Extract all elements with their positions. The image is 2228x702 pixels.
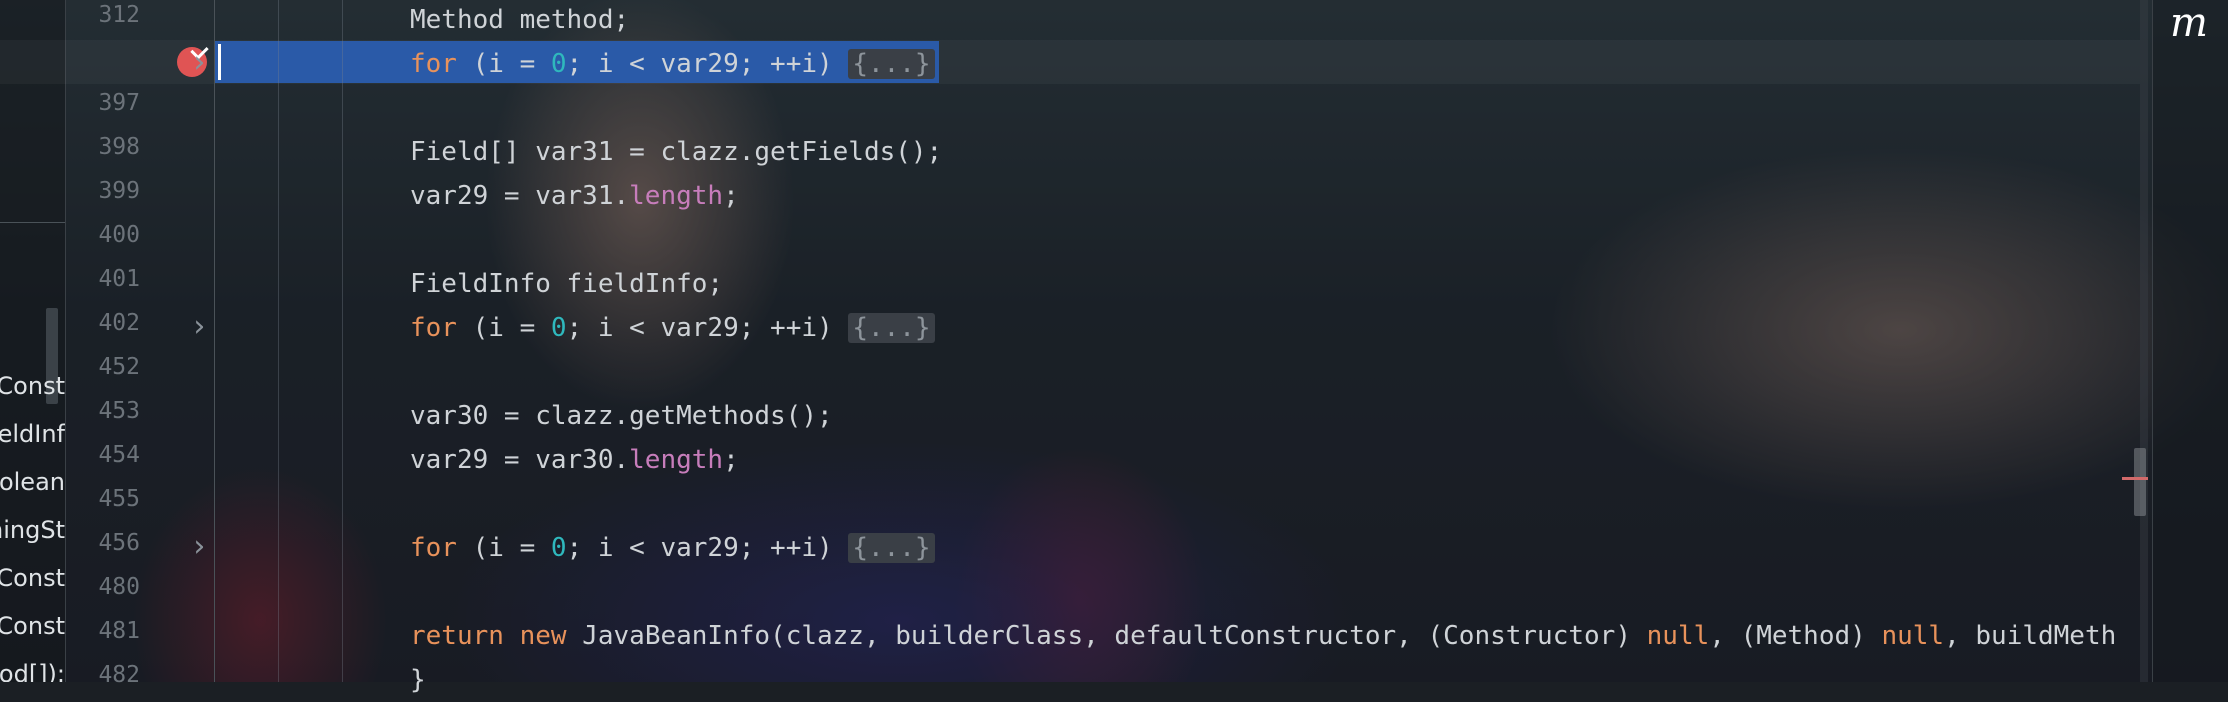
folded-region-placeholder[interactable]: {...} (848, 49, 935, 79)
code-token: ; i < var29; ++i) (566, 313, 849, 343)
code-token: for (410, 533, 457, 563)
line-number[interactable]: 398 (66, 134, 140, 160)
code-token: Method method; (410, 5, 630, 35)
code-token: return new (410, 621, 567, 651)
indent-guide (342, 0, 343, 682)
tree-item-label: Const (0, 564, 65, 592)
tree-item[interactable]: olean (0, 458, 65, 506)
editor-scrollbar-thumb[interactable] (2134, 448, 2146, 516)
code-token: JavaBeanInfo(clazz, builderClass, defaul… (566, 621, 1647, 651)
tree-item[interactable]: Const (0, 602, 65, 650)
code-token: null (1881, 621, 1945, 651)
code-line[interactable]: return new JavaBeanInfo(clazz, builderCl… (410, 614, 2116, 658)
tree-item-label: ningSt (0, 516, 65, 544)
error-stripe-marker[interactable] (2122, 477, 2148, 480)
code-token: 0 (550, 313, 567, 343)
line-number[interactable]: 453 (66, 398, 140, 424)
tree-item[interactable]: Const (0, 554, 65, 602)
project-panel: Const eldInf olean ningSt Const Const no… (0, 0, 66, 682)
code-token: Field[] var31 = clazz.getFields(); (410, 137, 943, 167)
panel-divider (0, 222, 65, 223)
line-number[interactable]: 454 (66, 442, 140, 468)
line-number[interactable]: 400 (66, 222, 140, 248)
code-token: ; (723, 445, 739, 475)
folded-region-placeholder[interactable]: {...} (848, 533, 935, 563)
line-number[interactable]: 456 (66, 530, 140, 556)
tree-item-label: Const (0, 372, 65, 400)
tree-item[interactable]: eldInf (0, 410, 65, 458)
code-token: (i = (456, 49, 551, 79)
line-number[interactable]: 312 (66, 2, 140, 28)
tree-item[interactable]: Const (0, 362, 65, 410)
code-token: (i = (456, 313, 551, 343)
line-number[interactable]: 402 (66, 310, 140, 336)
tree-item[interactable]: ningSt (0, 506, 65, 554)
line-number[interactable]: 481 (66, 618, 140, 644)
code-line[interactable]: Field[] var31 = clazz.getFields(); (410, 130, 942, 174)
gutter-border (214, 0, 215, 682)
code-token: 0 (550, 49, 567, 79)
code-token: var30 = clazz.getMethods(); (410, 401, 833, 431)
indent-guide (278, 0, 279, 682)
code-token: FieldInfo fieldInfo; (410, 269, 724, 299)
code-token: , (Method) (1709, 621, 1882, 651)
code-token: var29 = var31. (410, 181, 630, 211)
code-token: ; (723, 181, 739, 211)
line-number[interactable]: 455 (66, 486, 140, 512)
fold-chevron-icon[interactable]: › (190, 532, 208, 562)
code-token: null (1646, 621, 1710, 651)
code-token: 0 (550, 533, 567, 563)
folded-region-placeholder[interactable]: {...} (848, 313, 935, 343)
tree-item-label: Const (0, 612, 65, 640)
editor-scrollbar-track[interactable] (2140, 0, 2148, 682)
code-token: for (410, 49, 457, 79)
code-line[interactable]: FieldInfo fieldInfo; (410, 262, 723, 306)
code-line[interactable]: Method method; (410, 0, 629, 42)
text-caret (218, 44, 221, 80)
code-token: ; i < var29; ++i) (566, 533, 849, 563)
code-token: ; i < var29; ++i) (566, 49, 849, 79)
line-number[interactable]: 401 (66, 266, 140, 292)
tree-item-label: nod[]): (0, 660, 65, 682)
code-token: length (629, 181, 724, 211)
code-token: for (410, 313, 457, 343)
code-line[interactable]: var30 = clazz.getMethods(); (410, 394, 833, 438)
code-line[interactable]: for (i = 0; i < var29; ++i) {...} (410, 306, 935, 350)
line-number[interactable]: 397 (66, 90, 140, 116)
code-token: length (629, 445, 724, 475)
line-number[interactable]: 480 (66, 574, 140, 600)
code-line[interactable]: var29 = var31.length; (410, 174, 739, 218)
app-logo: m (2170, 0, 2208, 46)
background-dim-overlay (0, 0, 2228, 682)
fold-chevron-icon[interactable]: › (190, 312, 208, 342)
tree-item-label: olean (0, 468, 65, 496)
code-line[interactable]: for (i = 0; i < var29; ++i) {...} (410, 526, 935, 570)
code-token: , buildMeth (1944, 621, 2117, 651)
code-line[interactable]: for (i = 0; i < var29; ++i) {...} (410, 42, 935, 86)
line-number[interactable]: 399 (66, 178, 140, 204)
right-tool-panel (2152, 0, 2228, 682)
code-token: (i = (456, 533, 551, 563)
fold-chevron-icon[interactable]: › (190, 48, 208, 78)
code-token: } (410, 665, 426, 695)
tree-item[interactable]: nod[]): (0, 650, 65, 682)
tree-item-label: eldInf (0, 420, 65, 448)
line-number[interactable]: 452 (66, 354, 140, 380)
line-number[interactable]: 482 (66, 662, 140, 688)
code-line[interactable]: } (410, 658, 426, 702)
code-line[interactable]: var29 = var30.length; (410, 438, 739, 482)
code-token: var29 = var30. (410, 445, 630, 475)
